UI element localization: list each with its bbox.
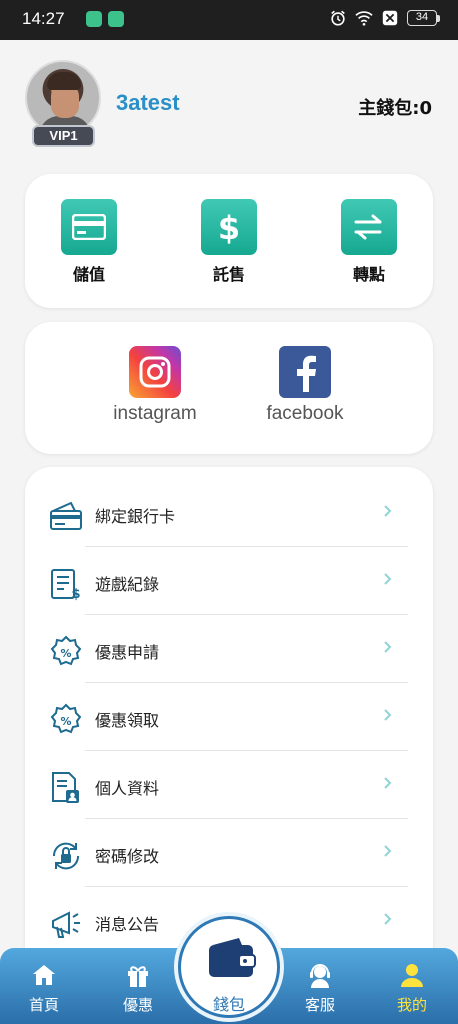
card-icon <box>61 199 117 255</box>
wifi-icon <box>355 11 373 26</box>
facebook-link[interactable]: facebook <box>245 346 365 425</box>
menu-label: 個人資料 <box>95 779 160 798</box>
promo-claim-icon: % <box>50 703 82 734</box>
user-icon <box>401 964 423 987</box>
status-bar: 14:27 34 <box>0 0 458 40</box>
tab-support[interactable]: 客服 <box>290 962 350 1015</box>
app-notification-icon <box>108 11 124 27</box>
tab-label: 優惠 <box>122 996 153 1014</box>
gift-icon <box>128 966 148 987</box>
tab-promotions[interactable]: 優惠 <box>108 962 168 1015</box>
chevron-right-icon <box>384 845 392 857</box>
tab-label: 首頁 <box>28 996 59 1014</box>
menu-label: 密碼修改 <box>95 847 160 866</box>
no-sim-icon <box>382 10 398 26</box>
sell-label: 託售 <box>212 265 245 284</box>
chevron-right-icon <box>384 573 392 585</box>
battery-icon: 34 <box>407 10 440 26</box>
chevron-right-icon <box>384 641 392 653</box>
svg-text:%: % <box>60 647 71 660</box>
menu-item-bind-bank-card[interactable]: 綁定銀行卡 <box>25 479 433 547</box>
svg-text:$: $ <box>71 587 80 601</box>
alarm-icon <box>331 10 345 26</box>
chevron-right-icon <box>384 777 392 789</box>
svg-text:%: % <box>60 715 71 728</box>
instagram-link[interactable]: instagram <box>95 346 215 425</box>
tab-wallet[interactable]: 錢包 <box>178 916 280 1018</box>
menu-label: 優惠申請 <box>95 643 160 662</box>
tab-home[interactable]: 首頁 <box>14 962 74 1015</box>
quick-actions-card: 儲值 $ 託售 轉點 <box>25 174 433 308</box>
svg-text:$: $ <box>218 209 240 245</box>
transfer-button[interactable]: 轉點 <box>329 199 409 285</box>
profile-header: VIP1 3atest 主錢包:0 <box>0 40 458 170</box>
menu-list-card: 綁定銀行卡 $ 遊戲紀錄 % 優惠申請 % 優惠領取 個人資料 密碼修改 消息公… <box>25 467 433 987</box>
chevron-right-icon <box>384 913 392 925</box>
dollar-icon: $ <box>201 199 257 255</box>
facebook-icon <box>279 346 331 398</box>
promo-apply-icon: % <box>50 635 82 666</box>
menu-item-personal-info[interactable]: 個人資料 <box>25 751 433 819</box>
tab-label: 錢包 <box>212 995 245 1014</box>
tab-mine[interactable]: 我的 <box>382 962 442 1015</box>
facebook-label: facebook <box>266 403 344 424</box>
main-wallet-balance: 主錢包:0 <box>358 98 432 119</box>
sell-button[interactable]: $ 託售 <box>189 199 269 285</box>
announcement-icon <box>52 911 80 938</box>
battery-level: 34 <box>407 10 437 26</box>
game-record-icon: $ <box>51 569 81 601</box>
chevron-right-icon <box>384 505 392 517</box>
profile-doc-icon <box>52 772 79 803</box>
app-notification-icon <box>86 11 102 27</box>
support-icon <box>310 964 330 988</box>
tab-label: 我的 <box>396 996 427 1014</box>
wallet-icon <box>209 938 256 977</box>
transfer-label: 轉點 <box>352 265 385 284</box>
username: 3atest <box>116 90 180 115</box>
status-time: 14:27 <box>22 9 65 28</box>
deposit-button[interactable]: 儲值 <box>49 199 129 285</box>
menu-item-game-records[interactable]: $ 遊戲紀錄 <box>25 547 433 615</box>
deposit-label: 儲值 <box>72 265 105 284</box>
transfer-icon <box>341 199 397 255</box>
home-icon <box>33 965 55 985</box>
menu-item-promo-claim[interactable]: % 優惠領取 <box>25 683 433 751</box>
instagram-icon <box>129 346 181 398</box>
menu-label: 消息公告 <box>95 915 160 934</box>
chevron-right-icon <box>384 709 392 721</box>
bank-card-icon <box>50 501 82 530</box>
vip-badge: VIP1 <box>32 125 95 147</box>
menu-label: 綁定銀行卡 <box>95 507 176 526</box>
menu-item-promo-apply[interactable]: % 優惠申請 <box>25 615 433 683</box>
menu-label: 遊戲紀錄 <box>95 575 160 594</box>
instagram-label: instagram <box>113 403 197 424</box>
social-card: instagram facebook <box>25 322 433 454</box>
menu-label: 優惠領取 <box>95 711 160 730</box>
menu-item-change-password[interactable]: 密碼修改 <box>25 819 433 887</box>
tab-label: 客服 <box>304 996 335 1014</box>
password-lock-icon <box>52 842 80 870</box>
